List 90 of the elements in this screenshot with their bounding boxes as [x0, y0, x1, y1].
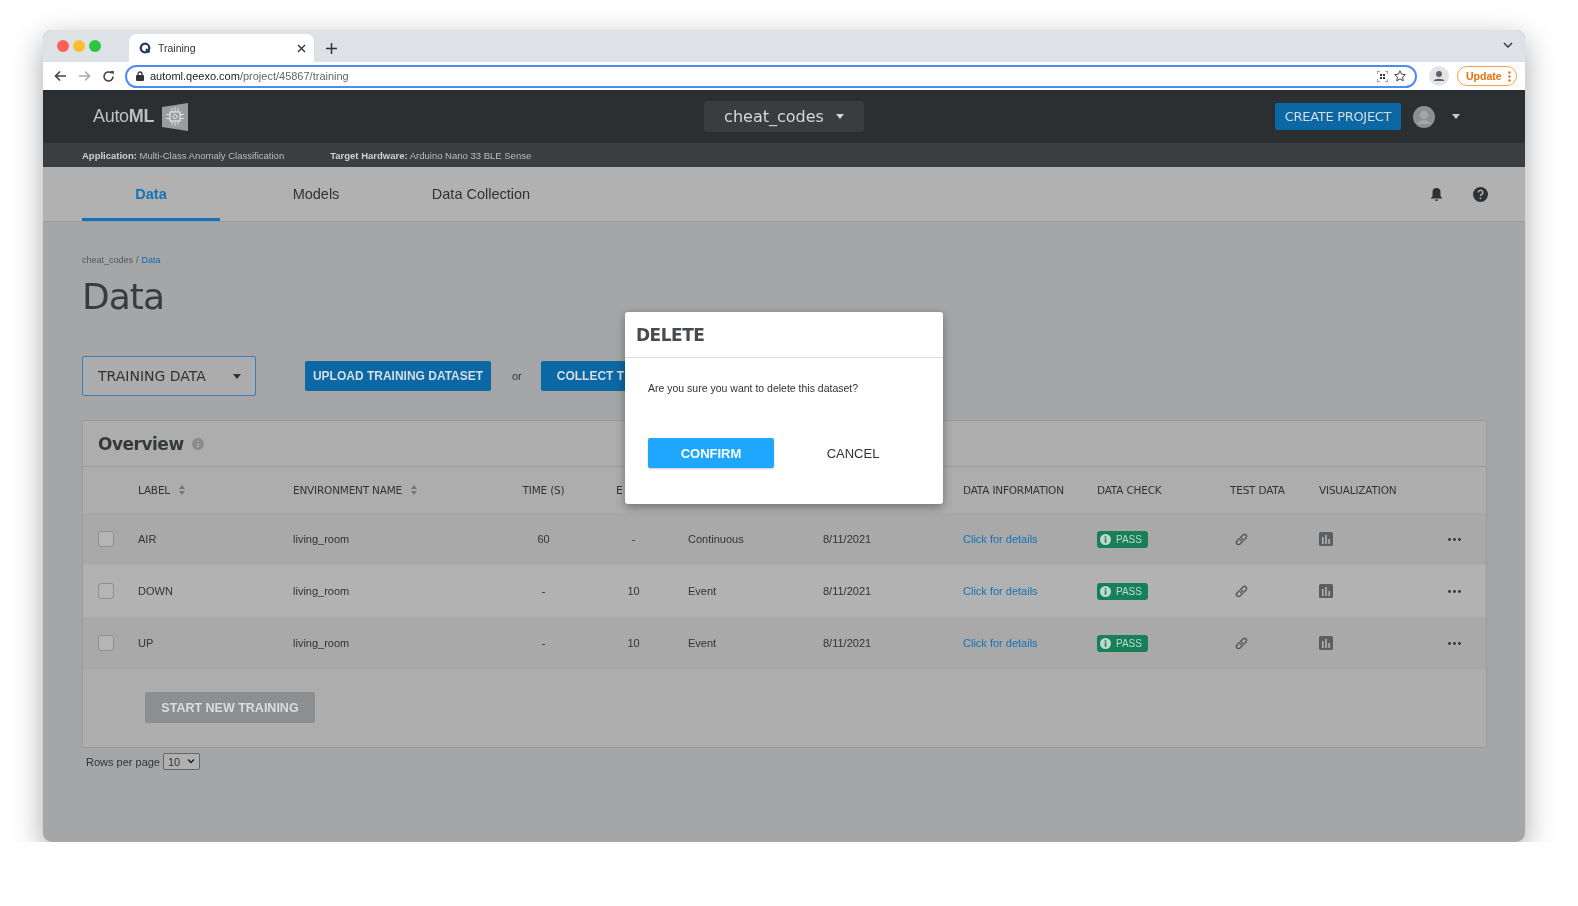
caret-icon: [233, 373, 241, 379]
column-header: TEST DATA: [1230, 484, 1285, 496]
dialog-title: DELETE: [636, 324, 705, 345]
row-checkbox[interactable]: [98, 635, 114, 651]
more-icon[interactable]: [1448, 641, 1461, 645]
bar-chart-icon[interactable]: [1319, 636, 1333, 650]
new-tab-icon[interactable]: [326, 43, 337, 54]
column-header[interactable]: ENVIRONMENT NAME: [293, 484, 417, 496]
table-cell: 8/11/2021: [823, 585, 872, 597]
breadcrumb-current: Data: [141, 255, 161, 265]
column-header: TIME (S): [522, 484, 565, 496]
table-cell: -: [631, 533, 636, 545]
info-icon: [1100, 637, 1111, 649]
column-header[interactable]: LABEL: [138, 484, 185, 496]
or-text: or: [512, 370, 522, 382]
project-info: Target Hardware: Arduino Nano 33 BLE Sense: [330, 149, 532, 161]
info-icon: [1100, 585, 1111, 597]
grid-icon[interactable]: [1377, 70, 1388, 82]
column-header: DATA CHECK: [1097, 484, 1162, 496]
pass-badge: PASS: [1097, 582, 1148, 600]
more-icon[interactable]: [1448, 537, 1461, 541]
bell-icon[interactable]: [1430, 186, 1443, 202]
table-cell: 60: [537, 533, 550, 545]
table-cell: 8/11/2021: [823, 533, 872, 545]
kebab-icon: [1507, 70, 1511, 82]
star-icon[interactable]: [1394, 70, 1406, 82]
column-header: DATA INFORMATION: [963, 484, 1064, 496]
breadcrumb-link[interactable]: cheat_codes: [82, 255, 134, 265]
app-logo: AutoML: [93, 106, 155, 127]
update-button[interactable]: Update: [1457, 66, 1517, 86]
help-icon[interactable]: [1473, 186, 1488, 202]
project-info: Application: Multi-Class Anomaly Classification: [82, 149, 285, 161]
browser-tab[interactable]: Training: [129, 34, 314, 62]
table-cell: Continuous: [688, 533, 744, 545]
dataset-select[interactable]: TRAINING DATA: [82, 356, 256, 396]
table-cell: 10: [627, 637, 640, 649]
info-icon: [1100, 533, 1111, 545]
avatar-icon[interactable]: [1413, 105, 1435, 128]
link-icon[interactable]: [1234, 531, 1249, 547]
breadcrumb-separator: /: [136, 255, 139, 265]
caret-icon: [835, 114, 844, 119]
pass-badge: PASS: [1097, 530, 1148, 548]
back-icon[interactable]: [54, 70, 67, 82]
nav-tab[interactable]: Data Collection: [412, 167, 550, 221]
project-select[interactable]: cheat_codes: [704, 101, 864, 132]
bar-chart-icon[interactable]: [1319, 584, 1333, 598]
table-cell: UP: [138, 637, 154, 649]
chevron-down-icon: [187, 759, 195, 764]
table-cell: 8/11/2021: [823, 637, 872, 649]
sort-icon[interactable]: [178, 485, 185, 495]
bar-chart-icon[interactable]: [1319, 532, 1333, 546]
chevron-down-icon[interactable]: [1503, 42, 1513, 48]
more-icon[interactable]: [1448, 589, 1461, 593]
table-cell: living_room: [293, 637, 350, 649]
rows-per-page-select[interactable]: 10: [163, 753, 200, 770]
profile-icon[interactable]: [1429, 66, 1449, 86]
dialog-message: Are you sure you want to delete this dataset?: [648, 382, 859, 394]
table-cell: living_room: [293, 533, 350, 545]
chip-logo-icon: [160, 102, 191, 131]
table-cell: Event: [688, 585, 717, 597]
window-close-icon[interactable]: [57, 40, 69, 52]
nav-tab[interactable]: Models: [247, 167, 385, 221]
table-cell: -: [541, 585, 546, 597]
table-cell: Event: [688, 637, 717, 649]
table-cell: 10: [627, 585, 640, 597]
rows-per-page-label: Rows per page: [86, 755, 160, 768]
pass-badge: PASS: [1097, 634, 1148, 652]
table-cell: -: [541, 637, 546, 649]
row-checkbox[interactable]: [98, 531, 114, 547]
column-header: VISUALIZATION: [1319, 484, 1397, 496]
table-cell: DOWN: [138, 585, 173, 597]
create-project-button[interactable]: CREATE PROJECT: [1275, 103, 1401, 130]
forward-icon[interactable]: [78, 70, 91, 82]
reload-icon[interactable]: [102, 69, 115, 83]
table-cell: AIR: [138, 533, 157, 545]
column-header: E: [616, 484, 623, 496]
lock-icon: [136, 71, 144, 81]
menu-caret-icon: [1452, 114, 1460, 119]
address-bar[interactable]: automl.qeexo.com/project/45867/training: [125, 64, 1417, 88]
upload-button[interactable]: UPLOAD TRAINING DATASET: [305, 361, 491, 391]
close-icon[interactable]: [297, 43, 306, 53]
card-title: Overview: [98, 433, 184, 454]
link-icon[interactable]: [1234, 583, 1249, 599]
sort-icon[interactable]: [411, 485, 417, 495]
table-cell: living_room: [293, 585, 350, 597]
site-icon: [139, 42, 151, 54]
cancel-button[interactable]: CANCEL: [814, 438, 892, 468]
link-icon[interactable]: [1234, 635, 1249, 651]
page-title: Data: [82, 275, 165, 319]
row-checkbox[interactable]: [98, 583, 114, 599]
